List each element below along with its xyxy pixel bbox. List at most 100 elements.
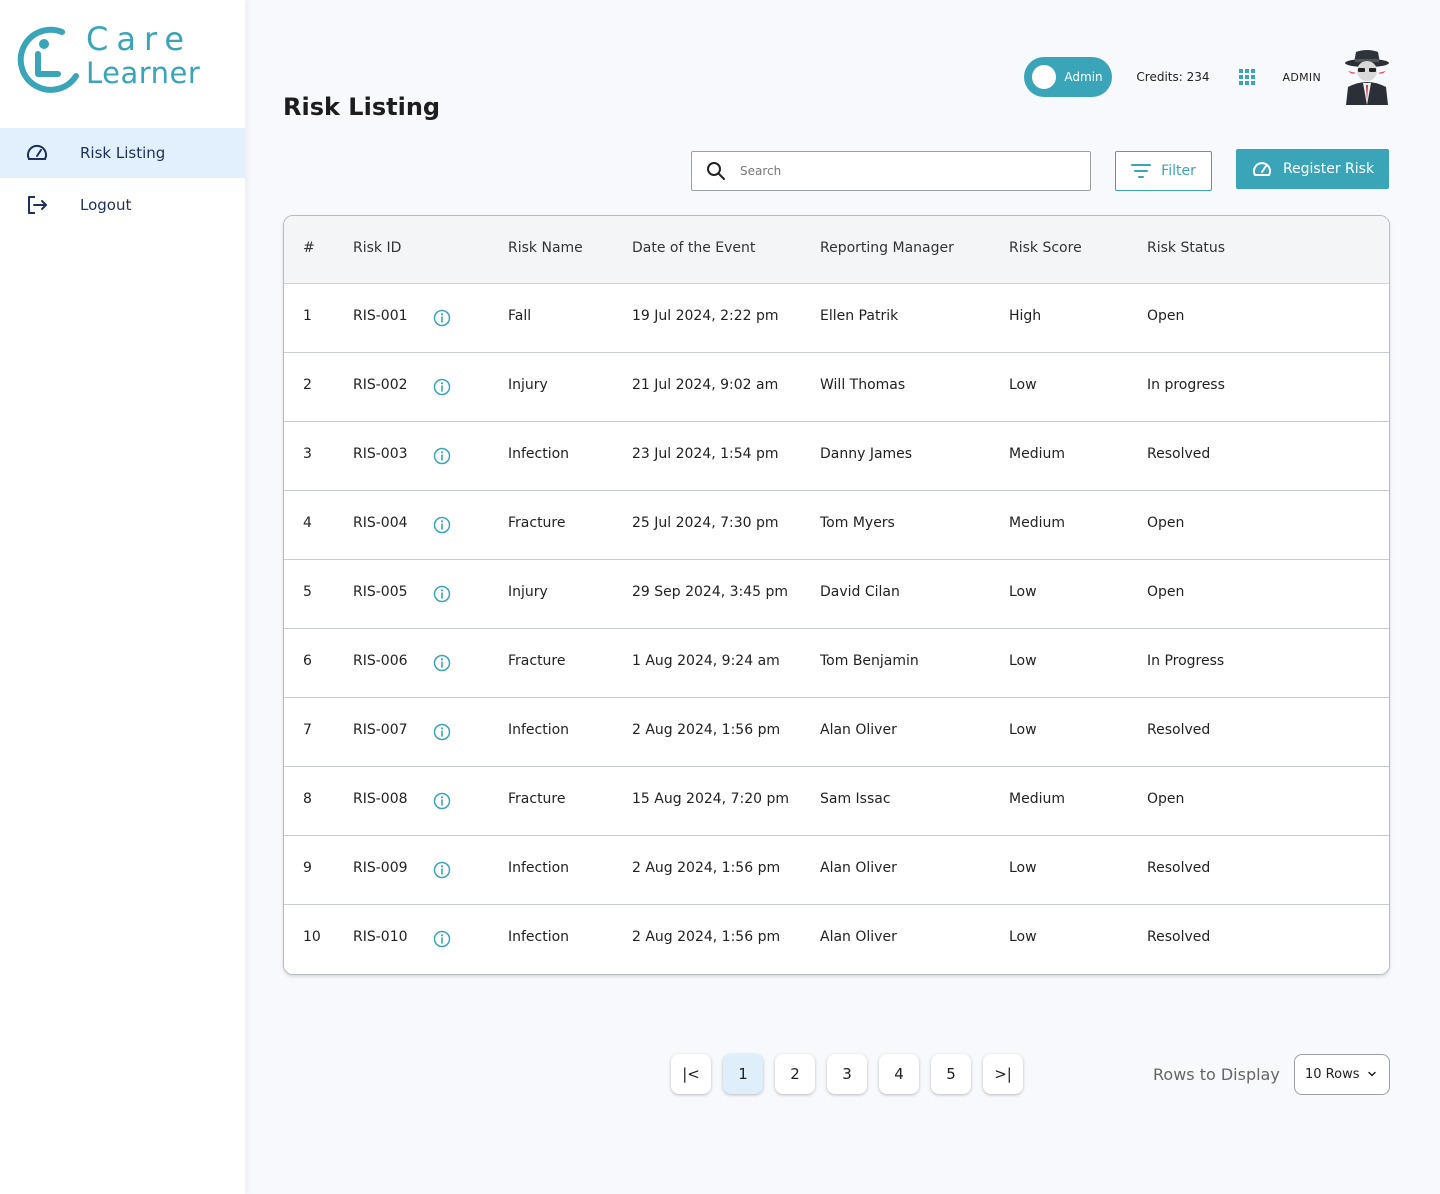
cell-risk-score: Medium <box>1009 791 1065 807</box>
page-title: Risk Listing <box>283 93 441 121</box>
cell-risk-name: Infection <box>508 929 570 945</box>
info-icon[interactable] <box>433 930 451 948</box>
table-row[interactable]: 5 RIS-005 Injury 29 Sep 2024, 3:45 pm David … <box>284 560 1389 629</box>
info-icon[interactable] <box>433 654 451 672</box>
filter-label: Filter <box>1161 163 1196 179</box>
page-button-4[interactable]: 4 <box>879 1054 919 1094</box>
rows-per-page-select[interactable]: 10 Rows <box>1294 1054 1390 1095</box>
toolbar: Filter Register Risk <box>691 149 1390 191</box>
table-row[interactable]: 8 RIS-008 Fracture 15 Aug 2024, 7:20 pm Sam … <box>284 767 1389 836</box>
info-icon[interactable] <box>433 792 451 810</box>
brand-line-1: Care <box>86 20 193 58</box>
column-header-date[interactable]: Date of the Event <box>632 240 755 256</box>
sidebar-nav: Risk Listing Logout <box>0 128 245 230</box>
cell-date: 1 Aug 2024, 9:24 am <box>632 653 780 669</box>
care-learner-logo-icon <box>17 26 79 93</box>
info-icon[interactable] <box>433 516 451 534</box>
sidebar: Care Learner Risk Listing Logout <box>0 0 245 1194</box>
cell-number: 9 <box>303 860 312 876</box>
table-row[interactable]: 4 RIS-004 Fracture 25 Jul 2024, 7:30 pm Tom … <box>284 491 1389 560</box>
column-header-manager[interactable]: Reporting Manager <box>820 240 954 256</box>
cell-number: 3 <box>303 446 312 462</box>
sidebar-item-label: Risk Listing <box>80 144 166 162</box>
column-header-risk-id[interactable]: Risk ID <box>353 240 401 256</box>
search-input[interactable] <box>740 164 1060 178</box>
info-icon[interactable] <box>433 309 451 327</box>
rows-to-display-label: Rows to Display <box>1153 1065 1280 1084</box>
column-header-number[interactable]: # <box>303 240 315 256</box>
cell-risk-name: Fracture <box>508 515 566 531</box>
cell-date: 29 Sep 2024, 3:45 pm <box>632 584 789 600</box>
cell-date: 2 Aug 2024, 1:56 pm <box>632 722 781 738</box>
search-box[interactable] <box>691 151 1091 191</box>
column-header-risk-name[interactable]: Risk Name <box>508 240 583 256</box>
cell-number: 6 <box>303 653 312 669</box>
credits-count: Credits: 234 <box>1136 70 1210 84</box>
last-page-symbol: >| <box>994 1065 1012 1083</box>
cell-risk-id: RIS-001 <box>353 308 408 324</box>
table-row[interactable]: 3 RIS-003 Infection 23 Jul 2024, 1:54 pm Dan… <box>284 422 1389 491</box>
cell-risk-id: RIS-006 <box>353 653 408 669</box>
table-row[interactable]: 6 RIS-006 Fracture 1 Aug 2024, 9:24 am Tom B… <box>284 629 1389 698</box>
info-icon[interactable] <box>433 447 451 465</box>
cell-number: 8 <box>303 791 312 807</box>
table-row[interactable]: 1 RIS-001 Fall 19 Jul 2024, 2:22 pm Ellen Pa… <box>284 284 1389 353</box>
cell-number: 5 <box>303 584 312 600</box>
info-icon[interactable] <box>433 861 451 879</box>
cell-risk-score: Low <box>1009 929 1037 945</box>
cell-manager: Tom Myers <box>820 515 895 531</box>
cell-risk-id: RIS-002 <box>353 377 408 393</box>
page-button-2[interactable]: 2 <box>775 1054 815 1094</box>
admin-toggle[interactable]: Admin <box>1024 57 1113 97</box>
column-header-risk-status[interactable]: Risk Status <box>1147 240 1225 256</box>
page-button-5[interactable]: 5 <box>931 1054 971 1094</box>
search-icon <box>707 162 725 180</box>
page-button-1[interactable]: 1 <box>723 1054 763 1094</box>
info-icon[interactable] <box>433 585 451 603</box>
cell-manager: David Cilan <box>820 584 900 600</box>
user-name: ADMIN <box>1282 70 1321 84</box>
apps-grid-icon[interactable] <box>1238 69 1255 85</box>
register-risk-button[interactable]: Register Risk <box>1236 149 1389 189</box>
table-row[interactable]: 10 RIS-010 Infection 2 Aug 2024, 1:56 pm Ala… <box>284 905 1389 974</box>
first-page-symbol: |< <box>682 1065 700 1083</box>
cell-date: 23 Jul 2024, 1:54 pm <box>632 446 779 462</box>
page-button-3[interactable]: 3 <box>827 1054 867 1094</box>
sidebar-item-risk-listing[interactable]: Risk Listing <box>0 128 245 178</box>
cell-risk-name: Infection <box>508 722 570 738</box>
cell-manager: Sam Issac <box>820 791 891 807</box>
cell-risk-id: RIS-009 <box>353 860 408 876</box>
dashboard-icon <box>25 141 49 165</box>
cell-manager: Alan Oliver <box>820 860 897 876</box>
rows-per-page-value: 10 Rows <box>1305 1067 1360 1082</box>
cell-risk-id: RIS-007 <box>353 722 408 738</box>
cell-number: 10 <box>303 929 321 945</box>
filter-button[interactable]: Filter <box>1115 151 1212 191</box>
cell-number: 1 <box>303 308 312 324</box>
cell-risk-id: RIS-004 <box>353 515 408 531</box>
cell-date: 21 Jul 2024, 9:02 am <box>632 377 779 393</box>
sidebar-item-logout[interactable]: Logout <box>0 180 245 230</box>
cell-number: 7 <box>303 722 312 738</box>
cell-risk-score: Low <box>1009 860 1037 876</box>
brand-logo[interactable]: Care Learner <box>14 20 214 95</box>
table-row[interactable]: 9 RIS-009 Infection 2 Aug 2024, 1:56 pm Alan… <box>284 836 1389 905</box>
risk-table: # Risk ID Risk Name Date of the Event Re… <box>283 215 1390 975</box>
cell-date: 25 Jul 2024, 7:30 pm <box>632 515 779 531</box>
table-row[interactable]: 2 RIS-002 Injury 21 Jul 2024, 9:02 am Will T… <box>284 353 1389 422</box>
info-icon[interactable] <box>433 378 451 396</box>
toggle-knob <box>1032 65 1057 89</box>
pagination: |< 1 2 3 4 5 >| <box>671 1054 1035 1094</box>
info-icon[interactable] <box>433 723 451 741</box>
column-header-risk-score[interactable]: Risk Score <box>1009 240 1082 256</box>
table-row[interactable]: 7 RIS-007 Infection 2 Aug 2024, 1:56 pm Alan… <box>284 698 1389 767</box>
sidebar-item-label: Logout <box>80 196 132 214</box>
cell-number: 2 <box>303 377 312 393</box>
cell-risk-name: Infection <box>508 446 570 462</box>
filter-icon <box>1131 164 1152 178</box>
header-bar: Admin Credits: 234 ADMIN <box>1024 48 1390 106</box>
cell-date: 19 Jul 2024, 2:22 pm <box>632 308 779 324</box>
last-page-button[interactable]: >| <box>983 1054 1023 1094</box>
first-page-button[interactable]: |< <box>671 1054 711 1094</box>
avatar[interactable] <box>1344 49 1390 105</box>
